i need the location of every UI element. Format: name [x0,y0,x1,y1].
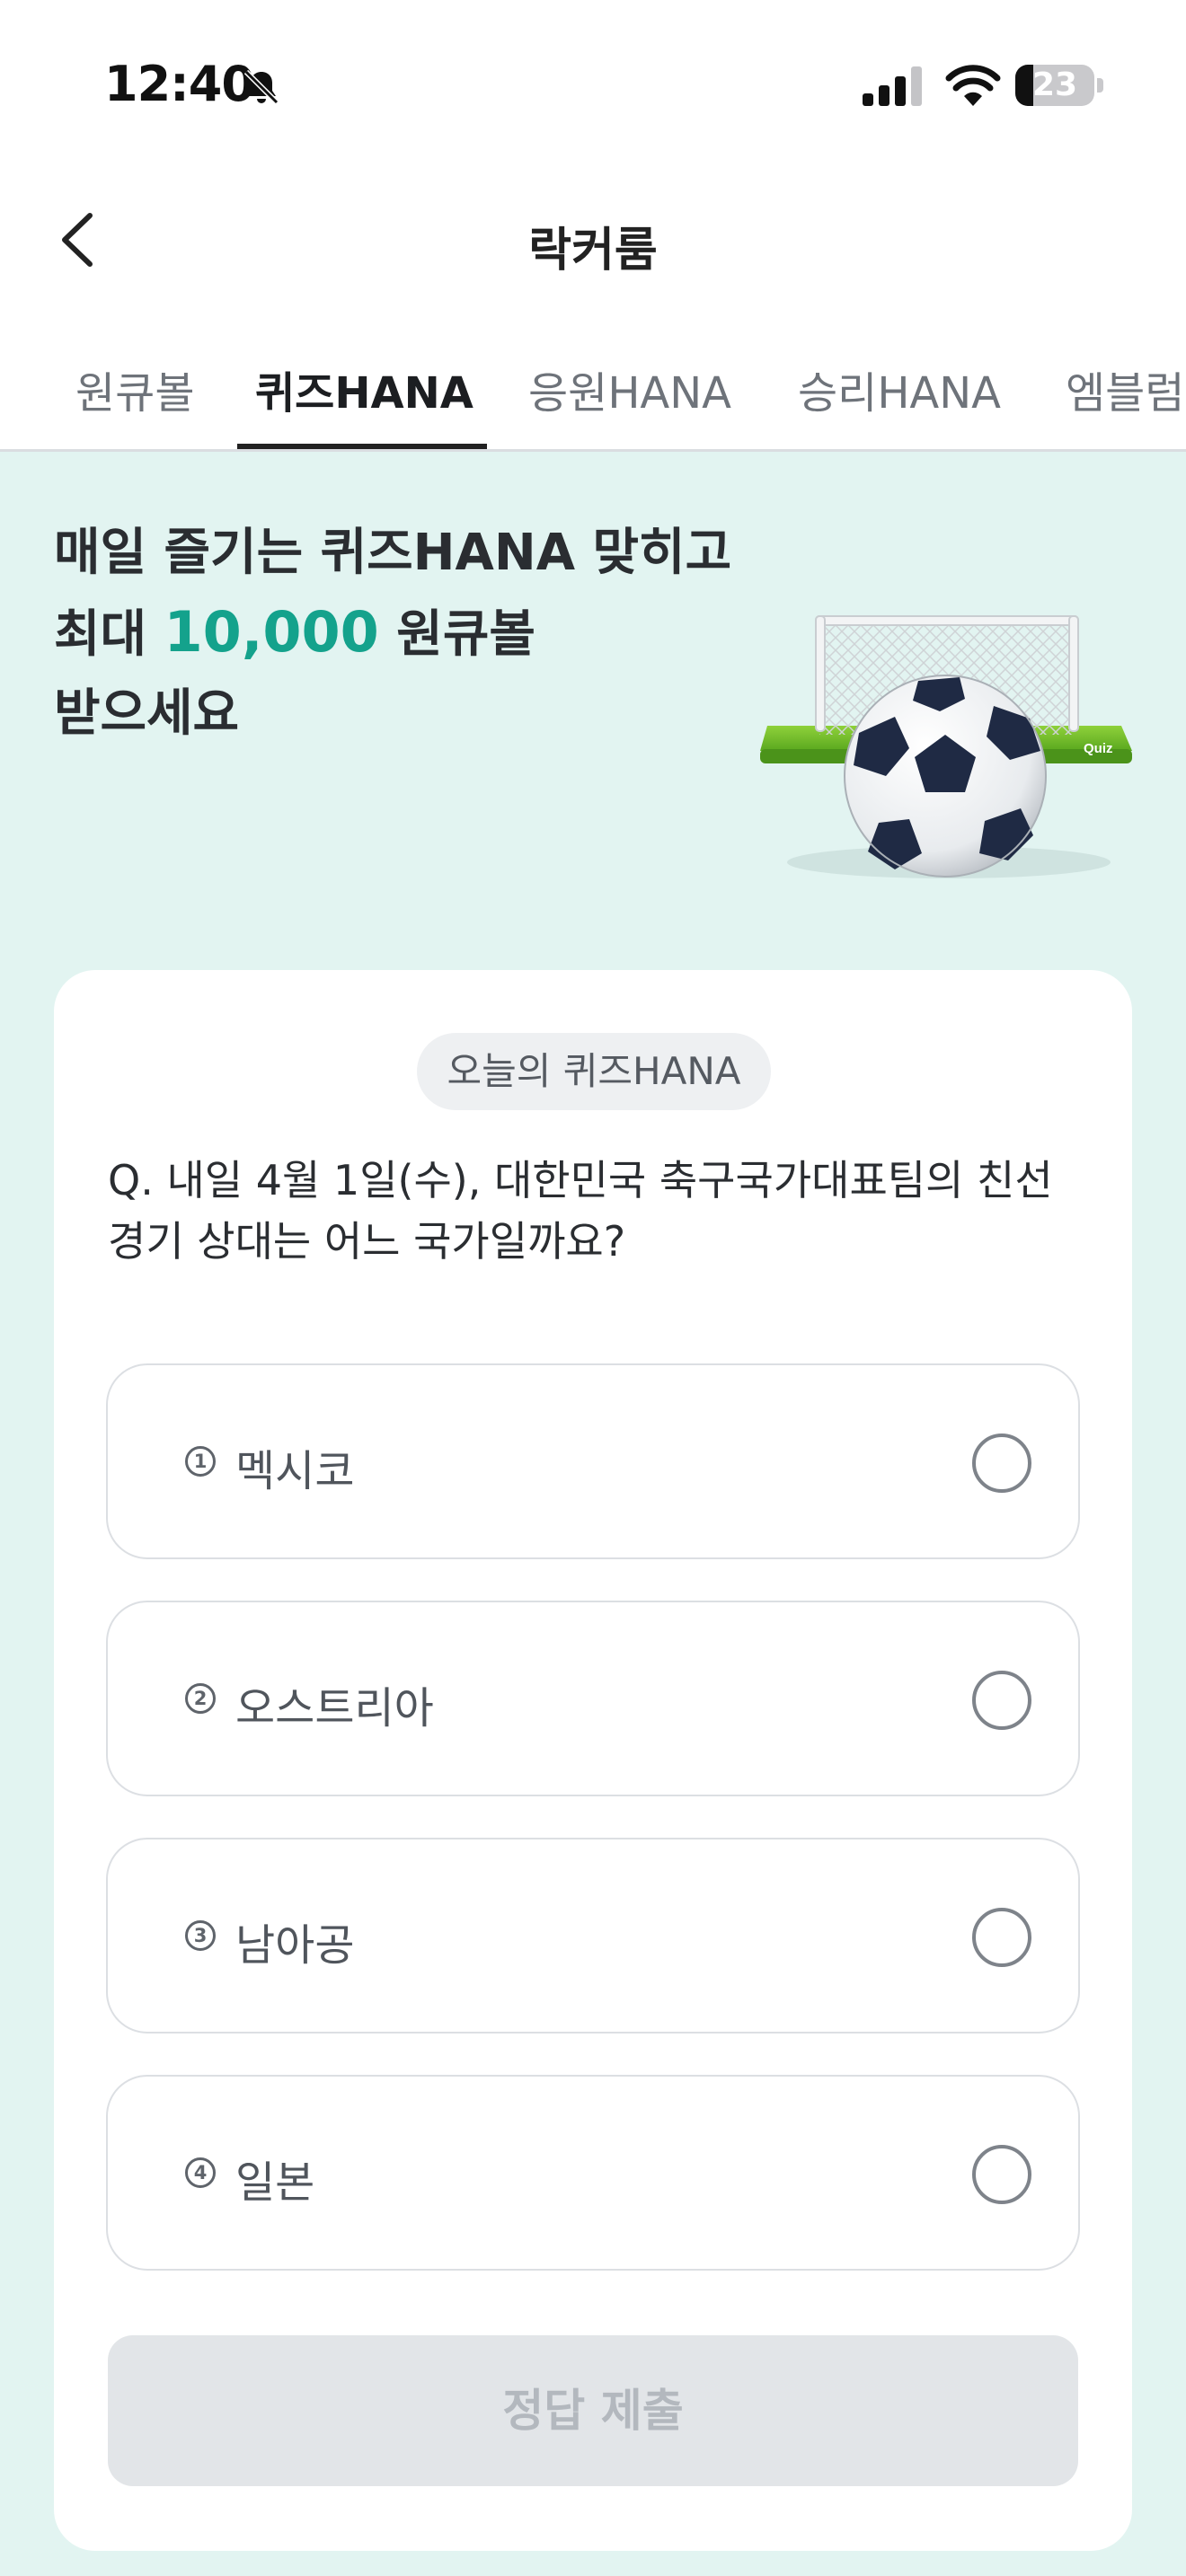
battery-icon: 23 [1015,65,1103,108]
art-quiz-label: Quiz [1084,741,1113,756]
tab-bar: 원큐볼 퀴즈HANA 응원HANA 승리HANA 엠블럼 [0,341,1186,451]
tab-emblem[interactable]: 엠블럼 [1066,357,1184,420]
option-label: 멕시코 [235,1446,355,1496]
soccer-ball-goal-illustration: Quiz [760,615,1132,878]
option-radio[interactable] [972,1671,1031,1730]
tab-quiz-hana[interactable]: 퀴즈HANA [255,357,474,420]
option-label: 남아공 [235,1920,355,1971]
option-number-2: 2 [185,1683,216,1714]
tab-win-hana[interactable]: 승리HANA [798,357,1001,420]
quiz-question: Q. 내일 4월 1일(수), 대한민국 축구국가대표팀의 친선경기 상대는 어… [108,1156,1053,1266]
tab-onequball[interactable]: 원큐볼 [75,357,194,420]
hero-line-3: 받으세요 [54,684,240,743]
hero-headline: 매일 즐기는 퀴즈HANA 맞히고 최대 10,000 원큐볼 받으세요 [54,514,731,754]
todays-quiz-chip: 오늘의 퀴즈HANA [417,1033,771,1110]
bell-slash-icon [243,69,279,105]
tab-divider [0,449,1186,452]
option-label: 오스트리아 [235,1683,434,1734]
reward-amount: 10,000 [164,599,379,665]
page-title: 락커룸 [528,224,658,278]
option-number-4: 4 [185,2157,216,2188]
submit-answer-button[interactable]: 정답 제출 [108,2335,1078,2486]
tab-cheer-hana[interactable]: 응원HANA [528,357,731,420]
answer-option-4[interactable]: 4 일본 [106,2075,1080,2271]
status-bar: 12:40 23 [0,0,1186,171]
battery-level: 23 [1031,66,1078,103]
option-radio[interactable] [972,1434,1031,1493]
answer-option-1[interactable]: 1 멕시코 [106,1363,1080,1559]
status-time: 12:40 [104,56,255,112]
option-number-3: 3 [185,1920,216,1951]
wifi-icon [945,65,1001,106]
option-radio[interactable] [972,2145,1031,2204]
answer-option-3[interactable]: 3 남아공 [106,1838,1080,2033]
cellular-signal-icon [863,66,922,106]
hero-line-1: 매일 즐기는 퀴즈HANA 맞히고 [54,524,732,582]
hero-line-2: 최대 10,000 원큐볼 [54,599,535,665]
answer-option-2[interactable]: 2 오스트리아 [106,1601,1080,1796]
option-label: 일본 [235,2157,315,2208]
quiz-card: 오늘의 퀴즈HANA Q. 내일 4월 1일(수), 대한민국 축구국가대표팀의… [54,970,1132,2551]
option-number-1: 1 [185,1446,216,1477]
option-radio[interactable] [972,1908,1031,1967]
